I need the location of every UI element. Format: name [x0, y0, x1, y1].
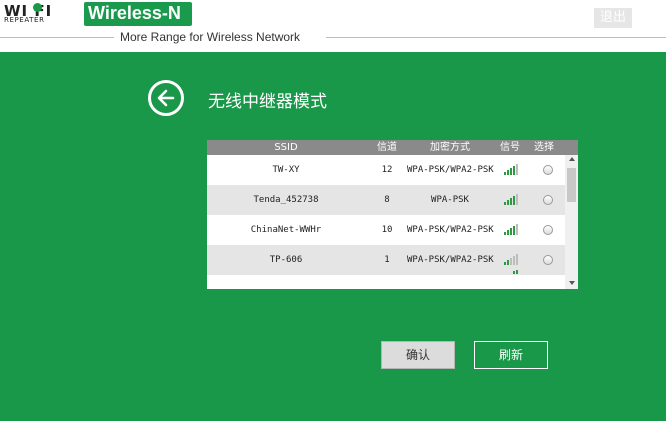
column-header-encryption: 加密方式: [430, 142, 470, 153]
encryption-cell: WPA-PSK/WPA2-PSK: [407, 165, 494, 175]
network-list: SSID 信道 加密方式 信号 选择 TW-XY 12 WPA-PSK/WPA2…: [207, 140, 578, 289]
table-header: SSID 信道 加密方式 信号 选择: [207, 140, 578, 155]
signal-bars-icon: [504, 164, 518, 175]
header-divider-left: [0, 37, 114, 38]
header-divider-right: [326, 37, 666, 38]
column-header-channel: 信道: [377, 142, 397, 153]
brand-name: Wireless-N: [88, 3, 181, 23]
select-radio[interactable]: [543, 225, 553, 235]
table-row[interactable]: [207, 270, 565, 289]
ssid-cell: ChinaNet-WWHr: [250, 225, 322, 235]
ssid-cell: Tenda_452738: [253, 195, 319, 205]
wifi-dot-icon: [33, 3, 42, 12]
ssid-cell: TW-XY: [272, 165, 300, 175]
app-header: WI FI REPEATER Wireless-N More Range for…: [0, 0, 666, 52]
signal-bars-icon: [504, 270, 518, 274]
page-title: 无线中继器模式: [208, 92, 327, 112]
channel-cell: 1: [384, 255, 390, 265]
signal-bars-icon: [504, 254, 518, 265]
channel-cell: 8: [384, 195, 390, 205]
logo-repeater-text: REPEATER: [4, 16, 45, 24]
table-row[interactable]: TW-XY 12 WPA-PSK/WPA2-PSK: [207, 155, 565, 185]
select-radio[interactable]: [543, 195, 553, 205]
refresh-button[interactable]: 刷新: [474, 341, 548, 369]
signal-bars-icon: [504, 194, 518, 205]
encryption-cell: WPA-PSK: [431, 195, 469, 205]
confirm-button[interactable]: 确认: [381, 341, 455, 369]
arrow-left-icon: [157, 89, 175, 107]
column-header-ssid: SSID: [274, 142, 298, 153]
encryption-cell: WPA-PSK/WPA2-PSK: [407, 225, 494, 235]
column-header-select: 选择: [534, 142, 554, 153]
back-button[interactable]: [148, 80, 184, 116]
select-radio[interactable]: [543, 255, 553, 265]
column-header-signal: 信号: [500, 142, 520, 153]
channel-cell: 10: [381, 225, 393, 235]
channel-cell: 12: [381, 165, 393, 175]
scroll-down-icon[interactable]: [569, 281, 575, 285]
table-row[interactable]: Tenda_452738 8 WPA-PSK: [207, 185, 565, 215]
tagline: More Range for Wireless Network: [120, 30, 301, 44]
ssid-cell: TP-606: [269, 255, 303, 265]
select-radio[interactable]: [543, 165, 553, 175]
logout-button[interactable]: 退出: [594, 8, 632, 28]
table-row[interactable]: ChinaNet-WWHr 10 WPA-PSK/WPA2-PSK: [207, 215, 565, 245]
scrollbar-thumb[interactable]: [567, 168, 576, 202]
scroll-up-icon[interactable]: [569, 157, 575, 161]
signal-bars-icon: [504, 224, 518, 235]
encryption-cell: WPA-PSK/WPA2-PSK: [407, 255, 494, 265]
